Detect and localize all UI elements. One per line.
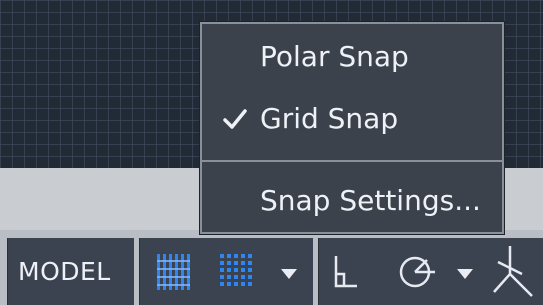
grid-snap-group xyxy=(139,238,313,305)
grid-display-icon[interactable] xyxy=(155,252,195,292)
model-space-button[interactable]: MODEL xyxy=(7,238,134,305)
snap-mode-icon[interactable] xyxy=(218,252,258,292)
menu-item-label: Snap Settings... xyxy=(260,184,481,217)
menu-item-polar-snap[interactable]: Polar Snap xyxy=(202,40,502,84)
isometric-drafting-icon[interactable] xyxy=(492,244,542,304)
status-bar: MODEL xyxy=(0,230,543,305)
snap-options-menu: Polar Snap Grid Snap Snap Settings... xyxy=(200,22,504,234)
polar-tracking-icon[interactable] xyxy=(397,250,437,292)
drafting-tools-group xyxy=(318,238,543,305)
dropdown-arrow-icon[interactable] xyxy=(457,269,473,279)
menu-item-grid-snap[interactable]: Grid Snap xyxy=(202,102,502,146)
menu-item-label: Grid Snap xyxy=(260,102,399,135)
ortho-mode-icon[interactable] xyxy=(331,252,359,292)
menu-divider xyxy=(202,160,502,162)
checkmark-icon xyxy=(223,109,247,129)
dropdown-arrow-icon[interactable] xyxy=(281,269,297,279)
menu-item-label: Polar Snap xyxy=(260,40,409,73)
menu-item-snap-settings[interactable]: Snap Settings... xyxy=(202,184,502,228)
model-label: MODEL xyxy=(18,257,111,286)
